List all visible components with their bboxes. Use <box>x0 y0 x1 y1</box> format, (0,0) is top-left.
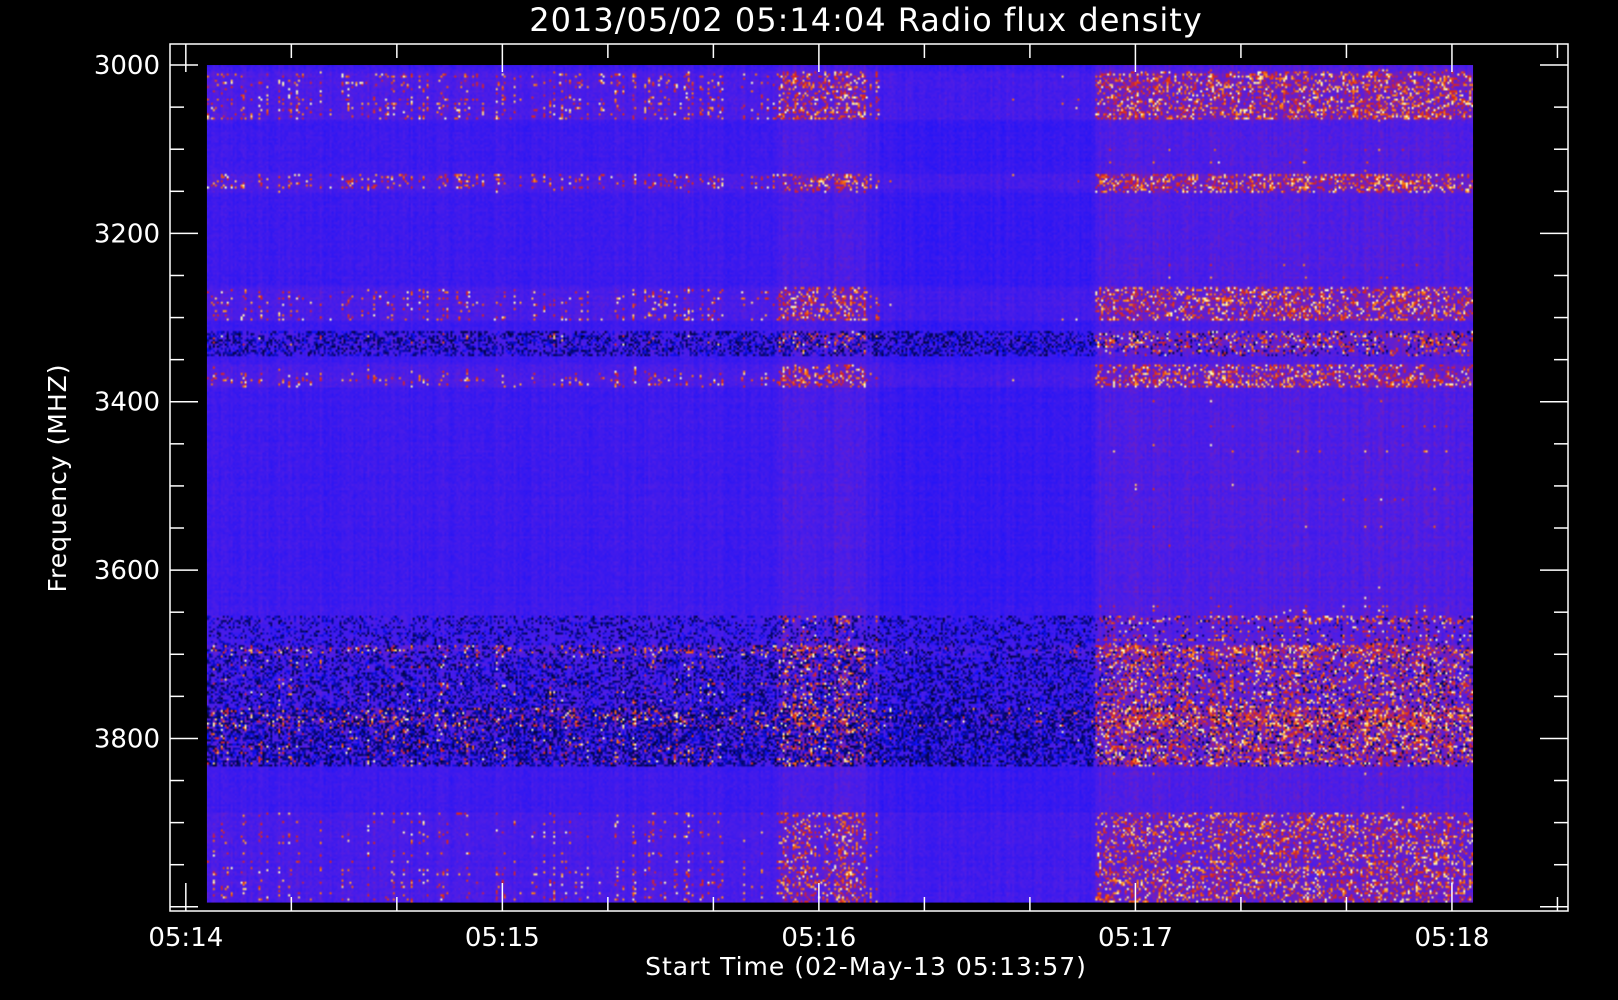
y-tick-label: 3000 <box>94 51 160 81</box>
y-tick-label: 3400 <box>94 388 160 418</box>
x-axis-label: Start Time (02-May-13 05:13:57) <box>645 952 1087 981</box>
y-tick-label: 3800 <box>94 724 160 754</box>
y-tick-label: 3200 <box>94 219 160 249</box>
x-tick-label: 05:14 <box>148 923 223 953</box>
x-tick-label: 05:17 <box>1098 923 1173 953</box>
y-tick-label: 3600 <box>94 556 160 586</box>
y-tick-labels: 3000 3200 3400 3600 3800 <box>94 51 160 754</box>
spectrogram-chart: 2013/05/02 05:14:04 Radio flux density 0… <box>43 1 1569 981</box>
plot-area <box>169 43 1569 912</box>
x-tick-labels: 05:14 05:15 05:16 05:17 05:18 <box>148 923 1489 953</box>
y-axis-label: Frequency (MHZ) <box>43 363 72 592</box>
x-tick-label: 05:15 <box>465 923 540 953</box>
chart-title: 2013/05/02 05:14:04 Radio flux density <box>529 1 1202 39</box>
x-tick-label: 05:18 <box>1414 923 1489 953</box>
x-tick-label: 05:16 <box>781 923 856 953</box>
heatmap-image <box>206 65 1474 903</box>
